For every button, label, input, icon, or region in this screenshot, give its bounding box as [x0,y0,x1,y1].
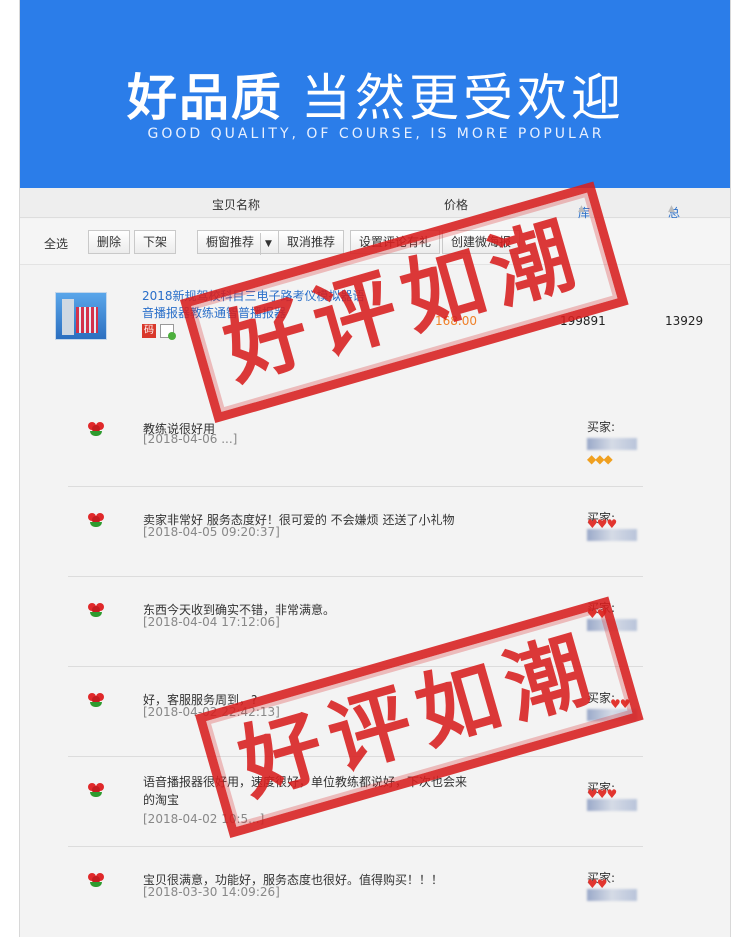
flower-icon [88,693,104,709]
buyer-rating-icon: ♥♥ [587,877,607,891]
chevron-down-icon[interactable]: ▼ [260,233,272,255]
flower-icon [88,422,104,438]
page-frame: 好品质 当然更受欢迎 GOOD QUALITY, OF COURSE, IS MO… [19,0,731,937]
buyer-rating-icon: ♥♥♥ [587,517,617,531]
buyer-rating-icon: ◆◆◆ [587,452,613,466]
sort-icon: ▲ [668,204,675,214]
review-date: [2018-03-30 14:09:26] [143,885,280,899]
flower-icon [88,513,104,529]
promo-banner: 好品质 当然更受欢迎 GOOD QUALITY, OF COURSE, IS MO… [20,0,730,188]
product-sales: 13929 [665,314,704,328]
window-recommend-button[interactable]: 橱窗推荐 ▼ [197,230,281,255]
banner-title: 好品质 当然更受欢迎 [20,58,730,130]
review-item: 教练说很好用 [2018-04-06 ...] 买家: ◆◆◆ [68,396,643,486]
review-date: [2018-04-06 ...] [143,432,238,446]
window-recommend-label: 橱窗推荐 [206,235,255,249]
banner-title-thin: 当然更受欢迎 [301,69,625,127]
select-all-checkbox[interactable]: 全选 [44,235,68,252]
delete-button[interactable]: 删除 [88,230,131,254]
code-badge: 码 [142,324,156,338]
column-header: 宝贝名称 价格 库存▲ 总销量▲ [20,188,730,254]
buyer-name-blurred [587,438,637,450]
flower-icon [88,873,104,889]
buyer-info: 买家: [587,418,647,450]
product-thumbnail[interactable] [55,292,107,340]
review-item: 卖家非常好 服务态度好！很可爱的 不会嫌烦 还送了小礼物 [2018-04-05… [68,486,643,576]
buyer-rating-icon: ♥♥♥ [587,787,617,801]
cancel-recommend-button[interactable]: 取消推荐 [278,230,345,254]
mobile-check-icon [160,324,176,340]
banner-title-bold: 好品质 [127,69,283,127]
unlist-button[interactable]: 下架 [134,230,177,254]
flower-icon [88,603,104,619]
banner-subtitle: GOOD QUALITY, OF COURSE, IS MORE POPULAR [147,126,605,142]
col-price: 价格 [444,198,469,212]
buyer-label: 买家: [587,420,616,434]
flower-icon [88,783,104,799]
review-item: 宝贝很满意，功能好，服务态度也很好。值得购买！！！ [2018-03-30 14… [68,846,643,936]
col-name: 宝贝名称 [212,198,261,212]
review-date: [2018-04-04 17:12:06] [143,615,280,629]
review-date: [2018-04-05 09:20:37] [143,525,280,539]
